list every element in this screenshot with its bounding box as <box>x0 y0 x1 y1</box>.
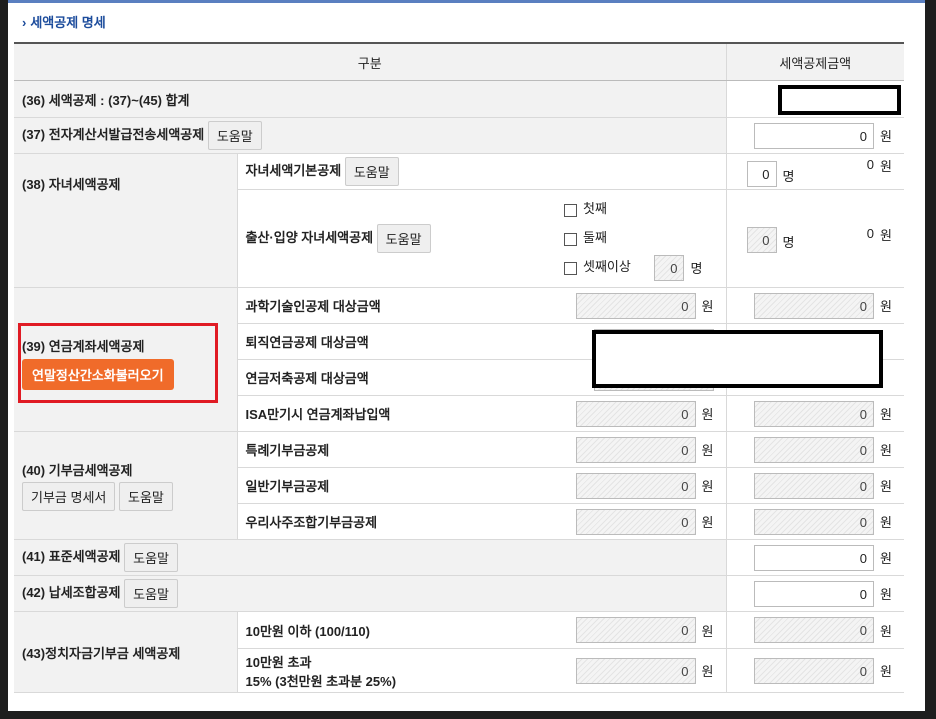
redacted-box-total <box>778 85 901 115</box>
row-37: (37) 전자계산서발급전송세액공제 도움말 0원 <box>14 117 904 154</box>
donation-statement-button[interactable]: 기부금 명세서 <box>22 482 116 511</box>
donation-item-label: 특례기부금공제 <box>236 431 548 468</box>
political-base: 0 <box>575 657 696 684</box>
amount-42[interactable]: 0 <box>754 580 875 607</box>
pension-item-label: 퇴직연금공제 대상금액 <box>236 323 548 360</box>
section-title: › 세액공제 명세 <box>22 15 106 30</box>
help-button-37[interactable]: 도움말 <box>207 121 262 150</box>
amount-37[interactable]: 0 <box>754 122 875 149</box>
checkbox-first[interactable]: 첫째 <box>564 194 726 223</box>
unit-person: 명 <box>690 260 703 276</box>
child-basic-label: 자녀세액기본공제 <box>245 162 342 178</box>
unit-won: 원 <box>701 407 714 422</box>
pension-amount: 0 <box>754 292 875 319</box>
donation-item-label: 일반기부금공제 <box>236 467 548 504</box>
help-button-38-birth[interactable]: 도움말 <box>376 224 431 253</box>
row-41: (41) 표준세액공제 도움말 0원 <box>14 539 904 576</box>
help-button-38-basic[interactable]: 도움말 <box>344 157 399 186</box>
row-40-item-0: (40) 기부금세액공제 기부금 명세서 도움말 특례기부금공제 0원 0원 <box>14 431 904 540</box>
unit-won: 원 <box>880 515 892 530</box>
political-item-label: 10만원 이하 (100/110) <box>236 611 548 649</box>
table-header: 구분 세액공제금액 <box>14 42 904 81</box>
unit-won: 원 <box>880 443 892 458</box>
row-38-basic: (38) 자녀세액공제 자녀세액기본공제 도움말 0명 0원 <box>14 153 904 288</box>
unit-won: 원 <box>701 443 714 458</box>
row-38-label: (38) 자녀세액공제 <box>14 153 237 288</box>
pension-item-label: 과학기술인공제 대상금액 <box>236 287 548 324</box>
unit-won: 원 <box>701 299 714 314</box>
child-basic-count[interactable]: 0 <box>746 161 777 187</box>
unit-won: 원 <box>701 515 714 530</box>
row-42: (42) 납세조합공제 도움말 0원 <box>14 575 904 612</box>
unit-won: 원 <box>880 407 892 422</box>
amount-41[interactable]: 0 <box>754 544 875 571</box>
help-button-42[interactable]: 도움말 <box>124 579 179 608</box>
birth-count: 0 <box>654 255 685 282</box>
political-amount: 0 <box>754 617 875 643</box>
unit-won: 원 <box>880 587 892 602</box>
row-43-label: (43)정치자금기부금 세액공제 <box>14 611 237 693</box>
unit-won: 원 <box>880 479 892 494</box>
chevron-right-icon: › <box>22 15 27 30</box>
unit-person: 명 <box>782 169 795 184</box>
row-43-item-0: (43)정치자금기부금 세액공제 10만원 이하 (100/110) 0원 0원 <box>14 611 904 693</box>
political-item-line1: 10만원 초과 <box>245 654 312 670</box>
political-item-line2: 15% (3천만원 초과분 25%) <box>245 673 397 689</box>
unit-won: 원 <box>701 479 714 494</box>
highlight-box <box>18 323 218 403</box>
donation-base: 0 <box>575 508 696 535</box>
checkbox-third-plus[interactable]: 셋째이상 0명 <box>564 252 726 282</box>
unit-won: 원 <box>880 159 892 174</box>
row-40-label-cell: (40) 기부금세액공제 기부금 명세서 도움말 <box>14 431 237 540</box>
unit-won: 원 <box>701 664 714 679</box>
pension-amount: 0 <box>754 400 875 427</box>
political-item-label: 10만원 초과 15% (3천만원 초과분 25%) <box>236 648 548 693</box>
row-36: (36) 세액공제 : (37)~(45) 합계 <box>14 80 904 118</box>
unit-won: 원 <box>880 551 892 566</box>
row-42-label: (42) 납세조합공제 <box>22 584 121 600</box>
birth-count-right: 0 <box>746 226 777 253</box>
donation-base: 0 <box>575 436 696 463</box>
help-button-40[interactable]: 도움말 <box>119 482 173 511</box>
unit-won: 원 <box>880 129 892 144</box>
panel-top-line <box>8 0 925 3</box>
pension-base: 0 <box>575 292 696 319</box>
row-36-label: (36) 세액공제 : (37)~(45) 합계 <box>14 80 726 118</box>
row-41-label: (41) 표준세액공제 <box>22 548 121 564</box>
political-amount: 0 <box>754 657 875 684</box>
redacted-box-pension <box>592 330 883 388</box>
donation-item-label: 우리사주조합기부금공제 <box>236 503 548 540</box>
unit-won: 원 <box>880 664 892 679</box>
political-base: 0 <box>575 617 696 643</box>
header-category: 구분 <box>14 42 726 81</box>
donation-base: 0 <box>575 472 696 499</box>
pension-item-label: 연금저축공제 대상금액 <box>236 359 548 396</box>
pension-item-label: ISA만기시 연금계좌납입액 <box>236 395 548 432</box>
checkbox-icon[interactable] <box>564 203 577 217</box>
unit-won: 원 <box>880 299 892 314</box>
donation-amount: 0 <box>754 472 875 499</box>
unit-won: 원 <box>701 623 714 639</box>
unit-person: 명 <box>782 234 795 250</box>
checkbox-second[interactable]: 둘째 <box>564 223 726 252</box>
unit-won: 원 <box>880 227 892 243</box>
pension-base: 0 <box>575 400 696 427</box>
unit-won: 원 <box>880 623 892 639</box>
row-40-label: (40) 기부금세액공제 <box>22 463 133 478</box>
row-37-label: (37) 전자계산서발급전송세액공제 <box>22 126 205 142</box>
donation-amount: 0 <box>754 508 875 535</box>
birth-amount: 0 <box>866 225 875 241</box>
donation-amount: 0 <box>754 436 875 463</box>
child-basic-amount: 0 <box>866 156 875 172</box>
checkbox-icon[interactable] <box>564 261 577 275</box>
child-birth-label: 출산·입양 자녀세액공제 <box>245 229 374 245</box>
header-amount: 세액공제금액 <box>725 42 904 81</box>
help-button-41[interactable]: 도움말 <box>124 543 179 572</box>
checkbox-icon[interactable] <box>564 232 577 246</box>
row-39-item-0: (39) 연금계좌세액공제 연말정산간소화불러오기 과학기술인공제 대상금액 0… <box>14 287 904 432</box>
